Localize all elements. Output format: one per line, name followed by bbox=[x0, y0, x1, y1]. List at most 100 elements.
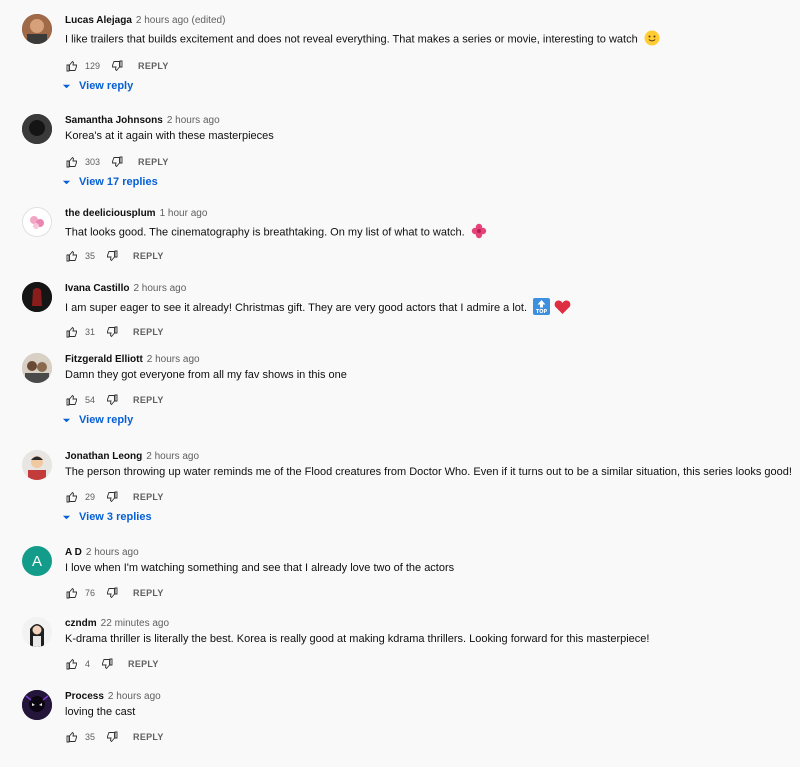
reply-button[interactable]: REPLY bbox=[133, 251, 164, 261]
avatar[interactable] bbox=[22, 690, 52, 720]
author-name[interactable]: czndm bbox=[65, 618, 97, 629]
comment-actions: 35 REPLY bbox=[65, 249, 164, 263]
comment-text: I am super eager to see it already! Chri… bbox=[65, 298, 571, 318]
thumbs-up-icon[interactable] bbox=[65, 249, 79, 263]
timestamp[interactable]: 2 hours ago bbox=[146, 451, 199, 462]
author-name[interactable]: A D bbox=[65, 547, 82, 558]
author-name[interactable]: Fitzgerald Elliott bbox=[65, 354, 143, 365]
comment-actions: 303 REPLY bbox=[65, 155, 169, 169]
chevron-down-icon bbox=[62, 82, 71, 91]
thumbs-up-icon[interactable] bbox=[65, 586, 79, 600]
top-arrow-icon: TOP bbox=[533, 298, 551, 318]
comment-body: I like trailers that builds excitement a… bbox=[65, 33, 638, 46]
author-name[interactable]: Jonathan Leong bbox=[65, 451, 142, 462]
avatar[interactable] bbox=[22, 450, 52, 480]
thumbs-down-icon[interactable] bbox=[105, 249, 119, 263]
timestamp[interactable]: 2 hours ago (edited) bbox=[136, 15, 226, 26]
thumbs-down-icon[interactable] bbox=[105, 730, 119, 744]
like-count: 4 bbox=[85, 659, 91, 669]
reply-button[interactable]: REPLY bbox=[138, 157, 169, 167]
timestamp[interactable]: 2 hours ago bbox=[147, 354, 200, 365]
timestamp[interactable]: 2 hours ago bbox=[133, 283, 186, 294]
comment-body: The person throwing up water reminds me … bbox=[65, 466, 792, 478]
comment-actions: 129 REPLY bbox=[65, 59, 169, 73]
avatar[interactable]: A bbox=[22, 546, 52, 576]
thumbs-down-icon[interactable] bbox=[110, 59, 124, 73]
thumbs-down-icon[interactable] bbox=[105, 325, 119, 339]
avatar[interactable] bbox=[22, 617, 52, 647]
comment-actions: 4 REPLY bbox=[65, 657, 159, 671]
comment-body: I am super eager to see it already! Chri… bbox=[65, 301, 528, 314]
timestamp[interactable]: 2 hours ago bbox=[86, 547, 139, 558]
comment-header: A D 2 hours ago bbox=[65, 547, 139, 558]
comment-body: Damn they got everyone from all my fav s… bbox=[65, 369, 347, 381]
thumbs-up-icon[interactable] bbox=[65, 325, 79, 339]
thumbs-up-icon[interactable] bbox=[65, 657, 79, 671]
like-count: 35 bbox=[85, 251, 96, 261]
avatar[interactable] bbox=[22, 207, 52, 237]
thumbs-down-icon[interactable] bbox=[105, 586, 119, 600]
view-replies-label: View reply bbox=[79, 80, 134, 92]
timestamp[interactable]: 2 hours ago bbox=[167, 115, 220, 126]
timestamp[interactable]: 22 minutes ago bbox=[101, 618, 169, 629]
view-replies-button[interactable]: View reply bbox=[62, 80, 133, 92]
comment-header: Lucas Alejaga 2 hours ago (edited) bbox=[65, 15, 225, 26]
thumbs-down-icon[interactable] bbox=[105, 393, 119, 407]
timestamp[interactable]: 1 hour ago bbox=[160, 208, 208, 219]
author-name[interactable]: Lucas Alejaga bbox=[65, 15, 132, 26]
thumbs-down-icon[interactable] bbox=[110, 155, 124, 169]
view-replies-button[interactable]: View 3 replies bbox=[62, 511, 152, 523]
reply-button[interactable]: REPLY bbox=[128, 659, 159, 669]
comment-text: I like trailers that builds excitement a… bbox=[65, 30, 660, 49]
thumbs-up-icon[interactable] bbox=[65, 59, 79, 73]
comment-text: loving the cast bbox=[65, 706, 135, 718]
comment-header: Samantha Johnsons 2 hours ago bbox=[65, 115, 220, 126]
avatar[interactable] bbox=[22, 282, 52, 312]
timestamp[interactable]: 2 hours ago bbox=[108, 691, 161, 702]
comment-header: Jonathan Leong 2 hours ago bbox=[65, 451, 199, 462]
avatar[interactable] bbox=[22, 14, 52, 44]
avatar-letter: A bbox=[31, 552, 42, 570]
like-count: 54 bbox=[85, 395, 96, 405]
like-count: 31 bbox=[85, 327, 96, 337]
view-replies-button[interactable]: View 17 replies bbox=[62, 176, 158, 188]
avatar[interactable] bbox=[22, 114, 52, 144]
comment-actions: 35 REPLY bbox=[65, 730, 164, 744]
like-count: 29 bbox=[85, 492, 96, 502]
reply-button[interactable]: REPLY bbox=[133, 732, 164, 742]
comment-actions: 29 REPLY bbox=[65, 490, 164, 504]
author-name[interactable]: Process bbox=[65, 691, 104, 702]
reply-button[interactable]: REPLY bbox=[133, 327, 164, 337]
thumbs-up-icon[interactable] bbox=[65, 155, 79, 169]
comment-actions: 31 REPLY bbox=[65, 325, 164, 339]
view-replies-label: View reply bbox=[79, 414, 134, 426]
comment-body: That looks good. The cinematography is b… bbox=[65, 226, 465, 239]
reply-button[interactable]: REPLY bbox=[138, 61, 169, 71]
chevron-down-icon bbox=[62, 416, 71, 425]
comment-header: the deeliciousplum 1 hour ago bbox=[65, 208, 207, 219]
thumbs-up-icon[interactable] bbox=[65, 730, 79, 744]
author-name[interactable]: the deeliciousplum bbox=[65, 208, 156, 219]
comment-body: loving the cast bbox=[65, 706, 136, 718]
reply-button[interactable]: REPLY bbox=[133, 395, 164, 405]
hibiscus-icon bbox=[471, 223, 487, 242]
comment-body: K-drama thriller is literally the best. … bbox=[65, 633, 650, 645]
view-replies-button[interactable]: View reply bbox=[62, 414, 133, 426]
view-replies-label: View 3 replies bbox=[79, 511, 152, 523]
slightly-smiling-face-icon bbox=[644, 30, 660, 49]
author-name[interactable]: Samantha Johnsons bbox=[65, 115, 163, 126]
thumbs-up-icon[interactable] bbox=[65, 490, 79, 504]
thumbs-up-icon[interactable] bbox=[65, 393, 79, 407]
comment-header: Fitzgerald Elliott 2 hours ago bbox=[65, 354, 200, 365]
author-name[interactable]: Ivana Castillo bbox=[65, 283, 129, 294]
avatar[interactable] bbox=[22, 353, 52, 383]
red-heart-icon bbox=[554, 299, 571, 318]
comment-text: K-drama thriller is literally the best. … bbox=[65, 633, 649, 645]
reply-button[interactable]: REPLY bbox=[133, 588, 164, 598]
comment-header: Process 2 hours ago bbox=[65, 691, 161, 702]
reply-button[interactable]: REPLY bbox=[133, 492, 164, 502]
thumbs-down-icon[interactable] bbox=[100, 657, 114, 671]
chevron-down-icon bbox=[62, 178, 71, 187]
thumbs-down-icon[interactable] bbox=[105, 490, 119, 504]
comment-header: Ivana Castillo 2 hours ago bbox=[65, 283, 186, 294]
